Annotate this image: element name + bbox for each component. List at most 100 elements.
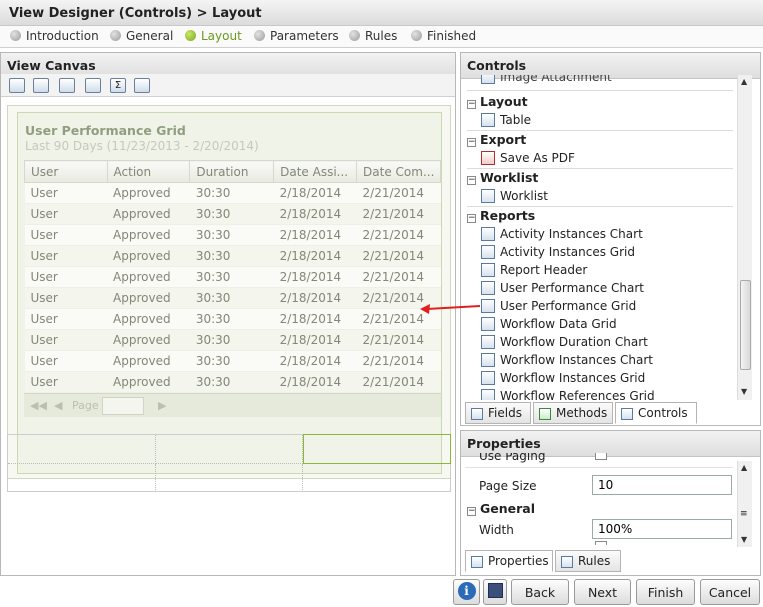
- collapse-icon[interactable]: −: [467, 507, 476, 516]
- tree-item-worklist[interactable]: Worklist: [481, 189, 548, 207]
- step-dot-icon: [254, 30, 265, 41]
- layout-cell[interactable]: [303, 464, 451, 492]
- checkbox[interactable]: [595, 541, 607, 545]
- tree-item-table[interactable]: Table: [481, 113, 531, 131]
- column-header[interactable]: Action: [106, 160, 191, 183]
- canvas-toolbar: Σ: [1, 74, 455, 97]
- column-header[interactable]: Date Com...: [356, 160, 441, 183]
- user-performance-grid-control[interactable]: User Performance Grid Last 90 Days (11/2…: [17, 112, 442, 474]
- move-down-icon[interactable]: [85, 78, 101, 93]
- table-row: User Approved 30:30 2/18/2014 2/21/2014: [24, 308, 441, 330]
- properties-group-general[interactable]: − General: [467, 501, 535, 519]
- first-page-icon[interactable]: ◀◀: [30, 399, 47, 412]
- finish-button[interactable]: Finish: [636, 579, 695, 605]
- table-cell: 2/21/2014: [356, 224, 441, 246]
- tree-item-report[interactable]: Workflow References Grid: [481, 389, 655, 400]
- step-layout[interactable]: Layout: [185, 29, 242, 45]
- table-cell: Approved: [107, 308, 190, 330]
- scroll-down-icon[interactable]: ▼: [741, 535, 747, 544]
- column-header[interactable]: Duration: [189, 160, 275, 183]
- step-parameters[interactable]: Parameters: [254, 29, 339, 45]
- layout-cell[interactable]: [156, 464, 303, 492]
- use-paging-checkbox[interactable]: [595, 453, 607, 460]
- tree-item-report[interactable]: Activity Instances Chart: [481, 227, 643, 245]
- table-cell: User: [24, 329, 108, 351]
- save-button[interactable]: [483, 579, 507, 605]
- step-general[interactable]: General: [110, 29, 173, 45]
- info-button[interactable]: i: [453, 579, 480, 605]
- collapse-icon[interactable]: −: [467, 176, 476, 185]
- tree-item-report[interactable]: Report Header: [481, 263, 587, 281]
- table-row: User Approved 30:30 2/18/2014 2/21/2014: [24, 203, 441, 225]
- tab-rules[interactable]: Rules: [555, 550, 621, 572]
- prev-page-icon[interactable]: ◀: [54, 399, 62, 412]
- column-header[interactable]: Date Assi...: [273, 160, 358, 183]
- page-number-input[interactable]: [102, 397, 144, 415]
- table-cell: 30:30: [189, 266, 274, 288]
- scroll-thumb[interactable]: [740, 280, 751, 370]
- scroll-up-icon[interactable]: ▲: [741, 463, 747, 472]
- collapse-icon[interactable]: −: [467, 138, 476, 147]
- layout-cell[interactable]: [8, 464, 156, 492]
- scroll-up-icon[interactable]: ▲: [741, 77, 747, 86]
- divider: [467, 90, 733, 91]
- tree-item-report[interactable]: Activity Instances Grid: [481, 245, 635, 263]
- add-row-icon[interactable]: [9, 78, 25, 93]
- sum-icon[interactable]: Σ: [110, 78, 126, 93]
- collapse-icon[interactable]: −: [467, 214, 476, 223]
- page-size-label: Page Size: [479, 479, 537, 493]
- edit-icon[interactable]: [33, 78, 49, 93]
- layout-cell-selected[interactable]: [303, 434, 451, 464]
- tree-group-export[interactable]: − Export: [467, 132, 526, 150]
- move-up-icon[interactable]: [59, 78, 75, 93]
- tree-group-layout[interactable]: − Layout: [467, 94, 528, 112]
- table-cell: 2/21/2014: [356, 329, 441, 351]
- controls-scrollbar[interactable]: ▲ ▼: [737, 75, 752, 400]
- collapse-icon[interactable]: −: [467, 100, 476, 109]
- properties-scrollbar[interactable]: ▲ ≡ ▼: [737, 461, 752, 547]
- controls-icon: [621, 408, 633, 420]
- tree-group-worklist[interactable]: − Worklist: [467, 170, 538, 188]
- tree-item-report[interactable]: Workflow Duration Chart: [481, 335, 648, 353]
- divider: [467, 168, 733, 169]
- tree-item-report[interactable]: Workflow Data Grid: [481, 317, 617, 335]
- rules-icon: [561, 556, 573, 568]
- next-page-icon[interactable]: ▶: [158, 399, 166, 412]
- properties-icon: [471, 556, 483, 568]
- tab-fields[interactable]: Fields: [465, 402, 531, 424]
- step-finished[interactable]: Finished: [411, 29, 476, 45]
- image-attachment-icon: [481, 75, 495, 84]
- grid-subtitle: Last 90 Days (11/23/2013 - 2/20/2014): [25, 139, 259, 153]
- step-rules[interactable]: Rules: [349, 29, 397, 45]
- tab-methods[interactable]: Methods: [533, 402, 613, 424]
- layout-cell[interactable]: [156, 435, 303, 464]
- scroll-down-icon[interactable]: ▼: [741, 387, 747, 396]
- width-input[interactable]: [592, 519, 732, 539]
- canvas-cell[interactable]: User Performance Grid Last 90 Days (11/2…: [7, 105, 451, 479]
- step-introduction[interactable]: Introduction: [10, 29, 99, 45]
- step-dot-icon: [411, 30, 422, 41]
- cancel-button[interactable]: Cancel: [700, 579, 760, 605]
- table-cell: 2/21/2014: [356, 287, 441, 309]
- tab-properties[interactable]: Properties: [465, 550, 553, 572]
- tree-item[interactable]: Image Attachment: [481, 75, 612, 88]
- grid-pager: ◀◀ ◀ Page ▶: [24, 393, 441, 417]
- table-cell: 2/21/2014: [356, 203, 441, 225]
- tree-item-report[interactable]: Workflow Instances Chart: [481, 353, 653, 371]
- properties-icon[interactable]: [134, 78, 150, 93]
- scroll-grip-icon[interactable]: ≡: [740, 509, 748, 519]
- info-icon: i: [457, 582, 476, 600]
- tree-item-save-as-pdf[interactable]: Save As PDF: [481, 151, 575, 169]
- tree-item-report[interactable]: User Performance Chart: [481, 281, 644, 299]
- layout-cell[interactable]: [8, 435, 156, 464]
- page-size-input[interactable]: [592, 475, 732, 495]
- table-cell: Approved: [107, 203, 190, 225]
- tree-item-user-performance-grid[interactable]: User Performance Grid: [481, 299, 636, 317]
- tree-group-reports[interactable]: − Reports: [467, 208, 535, 226]
- tab-controls[interactable]: Controls: [615, 402, 697, 424]
- tree-item-report[interactable]: Workflow Instances Grid: [481, 371, 645, 389]
- next-button[interactable]: Next: [574, 579, 631, 605]
- table-cell: 2/18/2014: [273, 203, 357, 225]
- back-button[interactable]: Back: [511, 579, 569, 605]
- column-header[interactable]: User: [24, 160, 108, 183]
